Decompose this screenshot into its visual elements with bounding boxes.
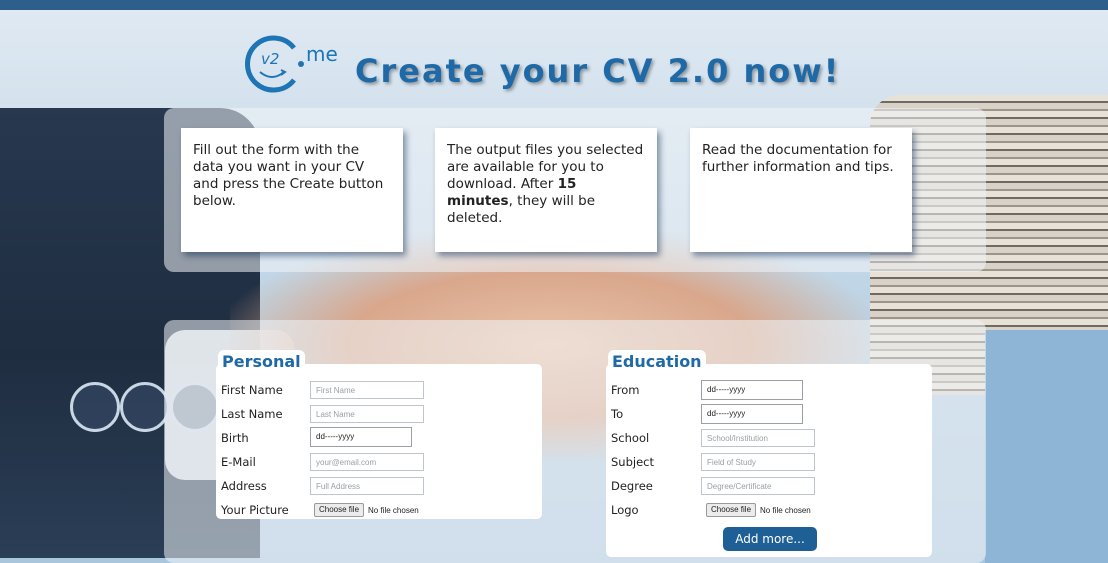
school-input[interactable] (701, 429, 815, 447)
subject-input[interactable] (701, 453, 815, 471)
picture-file-input: Choose file No file chosen (314, 503, 419, 517)
degree-label: Degree (611, 479, 653, 493)
subject-label: Subject (611, 455, 654, 469)
last-name-input[interactable] (310, 405, 424, 423)
birth-date-input[interactable]: dd-----yyyy (310, 427, 412, 447)
to-date-input[interactable]: dd-----yyyy (701, 404, 803, 424)
info-card-text: Read the documentation for further infor… (702, 142, 894, 175)
email-label: E-Mail (221, 455, 256, 469)
address-input[interactable] (310, 477, 424, 495)
logo-suffix: me (306, 42, 338, 66)
logo-file-input: Choose file No file chosen (706, 503, 811, 517)
add-more-button[interactable]: Add more... (723, 527, 817, 551)
first-name-label: First Name (221, 383, 283, 397)
info-card-instructions: Fill out the form with the data you want… (181, 128, 403, 252)
picture-label: Your Picture (221, 503, 289, 517)
picture-file-status: No file chosen (368, 505, 419, 515)
last-name-label: Last Name (221, 407, 283, 421)
address-label: Address (221, 479, 267, 493)
first-name-input[interactable] (310, 381, 424, 399)
from-date-input[interactable]: dd-----yyyy (701, 380, 803, 400)
personal-legend: Personal (218, 350, 305, 371)
degree-input[interactable] (701, 477, 815, 495)
info-card-text: The output files you selected are availa… (447, 142, 644, 192)
info-card-output: The output files you selected are availa… (435, 128, 657, 252)
choose-picture-button[interactable]: Choose file (314, 503, 365, 517)
personal-section: Personal First Name Last Name Birth dd--… (216, 350, 542, 519)
page-title: Create your CV 2.0 now! (355, 52, 841, 90)
birth-label: Birth (221, 431, 249, 445)
to-label: To (611, 407, 624, 421)
email-input[interactable] (310, 453, 424, 471)
logo-file-status: No file chosen (760, 505, 811, 515)
info-card-documentation: Read the documentation for further infor… (690, 128, 912, 252)
school-label: School (611, 431, 650, 445)
choose-logo-button[interactable]: Choose file (706, 503, 757, 517)
top-bar (0, 0, 1108, 10)
info-card-text: Fill out the form with the data you want… (193, 142, 384, 209)
logo-icon: v2 (245, 35, 304, 93)
education-legend: Education (608, 350, 706, 371)
logo-text: v2 (261, 50, 279, 68)
logo-label: Logo (611, 503, 639, 517)
from-label: From (611, 383, 640, 397)
